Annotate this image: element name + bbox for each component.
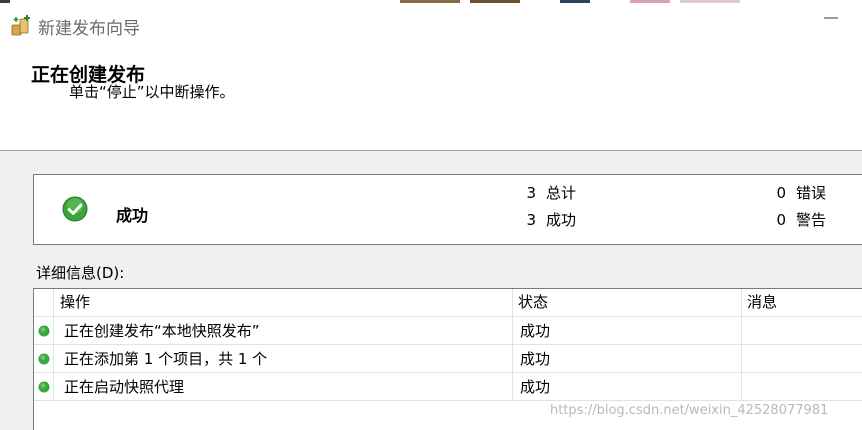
row-action: 正在创建发布“本地快照发布” xyxy=(64,322,260,340)
warning-count: 0 xyxy=(776,211,786,229)
total-count: 3 xyxy=(526,184,536,202)
grid-line xyxy=(34,344,862,345)
total-stat: 3 总计 xyxy=(522,182,576,203)
close-button[interactable] xyxy=(824,17,838,19)
error-label: 错误 xyxy=(796,184,827,202)
grid-line xyxy=(34,316,862,317)
window-title: 新建发布向导 xyxy=(38,19,140,39)
row-action: 正在启动快照代理 xyxy=(64,378,185,396)
success-label: 成功 xyxy=(546,211,577,229)
grid-line xyxy=(53,289,54,401)
title-bar: 新建发布向导 xyxy=(0,3,862,43)
details-label: 详细信息(D): xyxy=(36,264,125,282)
watermark: https://blog.csdn.net/weixin_42528077981 xyxy=(550,403,829,418)
success-dot-icon xyxy=(38,381,50,393)
grid-line xyxy=(741,289,742,401)
warning-stat: 0 警告 xyxy=(772,209,826,230)
warning-label: 警告 xyxy=(796,211,827,229)
grid-line xyxy=(512,289,513,401)
grid-line xyxy=(34,400,862,401)
success-dot-icon xyxy=(38,353,50,365)
row-status: 成功 xyxy=(520,322,551,340)
column-header-status[interactable]: 状态 xyxy=(512,289,741,315)
error-count: 0 xyxy=(776,184,786,202)
success-stat: 3 成功 xyxy=(522,209,576,230)
row-status: 成功 xyxy=(520,350,551,368)
total-label: 总计 xyxy=(546,184,577,202)
check-circle-icon xyxy=(62,196,88,222)
column-header-message[interactable]: 消息 xyxy=(741,289,862,315)
page-subtitle: 单击“停止”以中断操作。 xyxy=(69,83,235,101)
row-status: 成功 xyxy=(520,378,551,396)
summary-status: 成功 xyxy=(116,206,149,225)
success-dot-icon xyxy=(38,325,50,337)
wizard-icon xyxy=(11,15,30,36)
success-count: 3 xyxy=(526,211,536,229)
grid-line xyxy=(34,372,862,373)
row-action: 正在添加第 1 个项目，共 1 个 xyxy=(64,350,268,368)
error-stat: 0 错误 xyxy=(772,182,826,203)
summary-panel xyxy=(33,174,862,245)
column-header-action[interactable]: 操作 xyxy=(54,289,512,315)
